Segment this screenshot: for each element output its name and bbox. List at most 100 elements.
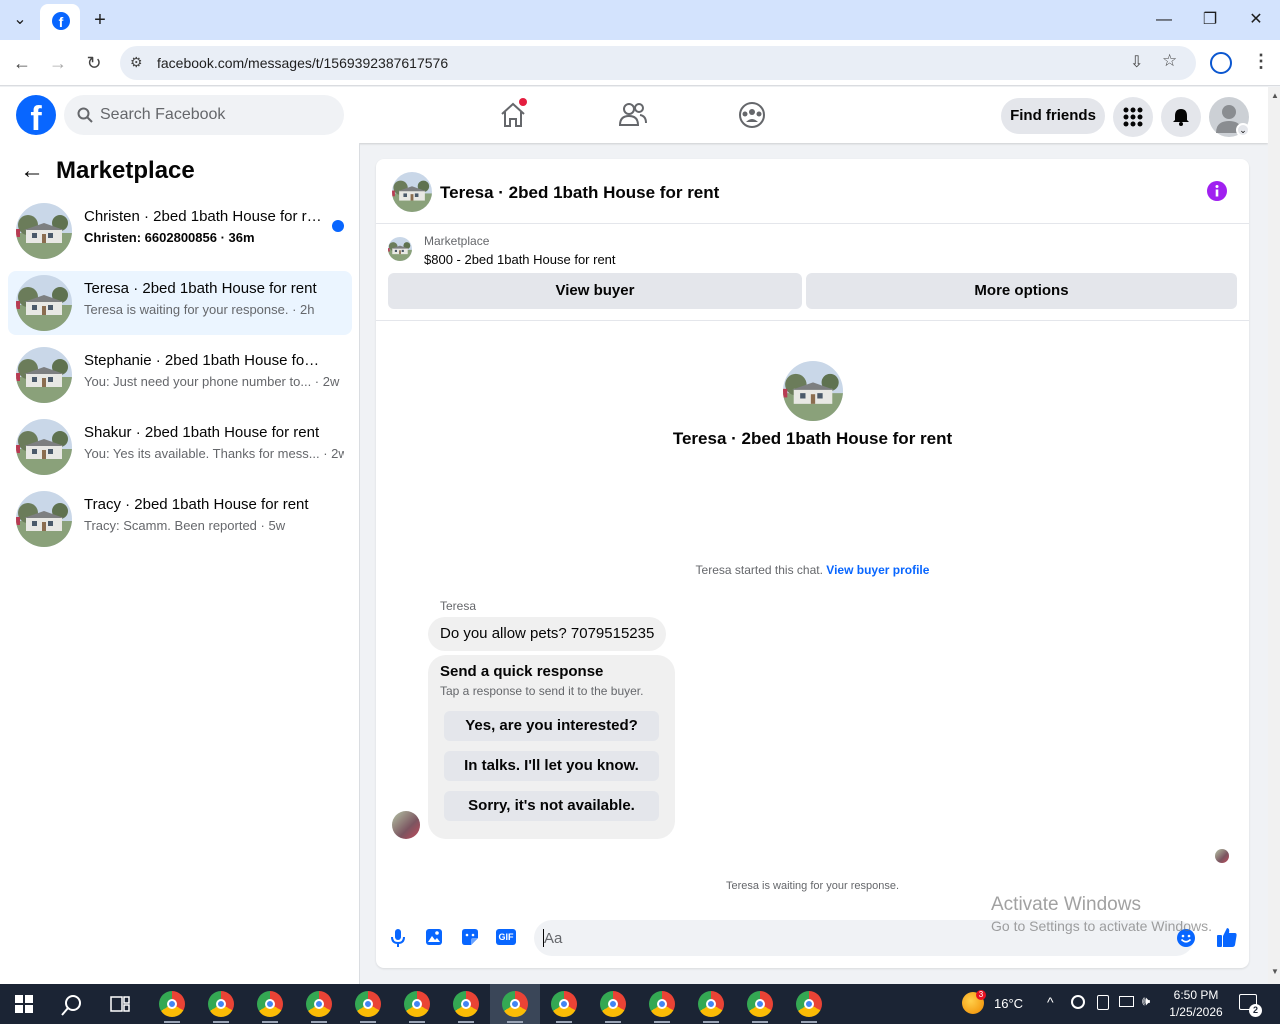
- chrome-app-icon[interactable]: [306, 991, 332, 1017]
- clock-date: 1/25/2026: [1169, 1005, 1223, 1019]
- restore-icon[interactable]: ❐: [1194, 6, 1226, 34]
- info-icon[interactable]: [1207, 181, 1227, 201]
- network-icon[interactable]: [1119, 996, 1134, 1007]
- page-title: Marketplace: [56, 157, 195, 184]
- chrome-app-icon[interactable]: [796, 991, 822, 1017]
- search-input[interactable]: Search Facebook: [64, 95, 344, 135]
- chrome-app-icon[interactable]: [551, 991, 577, 1017]
- sticker-icon[interactable]: [461, 928, 479, 946]
- tab-search-chevron-icon[interactable]: ⌄: [8, 8, 32, 32]
- clock-time: 6:50 PM: [1173, 988, 1219, 1002]
- nav-friends[interactable]: [613, 95, 653, 135]
- reload-icon[interactable]: ↻: [81, 50, 107, 76]
- volume-icon[interactable]: 🕪: [1142, 993, 1150, 1009]
- meet-icon[interactable]: [1097, 995, 1109, 1010]
- chrome-app-icon[interactable]: [698, 991, 724, 1017]
- taskbar-search-icon[interactable]: [61, 994, 83, 1016]
- chat-avatar[interactable]: [392, 172, 432, 212]
- back-icon[interactable]: ←: [9, 50, 35, 76]
- minimize-icon[interactable]: —: [1148, 6, 1180, 34]
- notifications-button[interactable]: [1161, 97, 1201, 137]
- windows-start-icon[interactable]: [15, 995, 33, 1013]
- conversation-subtitle: Teresa is waiting for your response. · 2…: [84, 302, 315, 317]
- back-arrow-icon[interactable]: ←: [20, 157, 44, 185]
- conversation-subtitle: Christen: 6602800856 · 36m: [84, 230, 255, 245]
- chat-title[interactable]: Teresa · 2bed 1bath House for rent: [440, 183, 719, 203]
- install-app-icon[interactable]: ⇩: [1130, 52, 1143, 72]
- conversation-item[interactable]: Stephanie · 2bed 1bath House for rent You…: [8, 343, 352, 407]
- temperature[interactable]: 16°C: [994, 996, 1023, 1011]
- menu-button[interactable]: [1113, 97, 1153, 137]
- forward-icon[interactable]: →: [45, 50, 71, 76]
- app-running-indicator: [409, 1021, 425, 1023]
- quick-reply-interested[interactable]: Yes, are you interested?: [444, 711, 659, 741]
- browser-tab-strip: ⌄ f + — ❐ ✕: [0, 0, 1280, 40]
- listing-thumbnail[interactable]: [388, 237, 412, 261]
- chrome-app-icon[interactable]: [404, 991, 430, 1017]
- conversation-item[interactable]: Tracy · 2bed 1bath House for rent Tracy: …: [8, 487, 352, 551]
- view-buyer-button[interactable]: View buyer: [388, 273, 802, 309]
- conversation-thumbnail: [16, 491, 72, 547]
- marketplace-sidebar: ← Marketplace Christen · 2bed 1bath Hous…: [0, 143, 360, 984]
- chrome-app-icon[interactable]: [453, 991, 479, 1017]
- app-running-indicator: [752, 1021, 768, 1023]
- chrome-app-icon[interactable]: [159, 991, 185, 1017]
- microphone-icon[interactable]: [390, 928, 406, 948]
- listing-title[interactable]: $800 - 2bed 1bath House for rent: [424, 252, 616, 267]
- more-options-button[interactable]: More options: [806, 273, 1237, 309]
- close-window-icon[interactable]: ✕: [1240, 6, 1272, 34]
- record-icon[interactable]: [1071, 995, 1085, 1009]
- sender-avatar[interactable]: [392, 811, 420, 839]
- conversation-title: Shakur · 2bed 1bath House for rent: [84, 424, 320, 441]
- conversation-item[interactable]: Christen · 2bed 1bath House for rent Chri…: [8, 199, 352, 263]
- quick-reply-not-available[interactable]: Sorry, it's not available.: [444, 791, 659, 821]
- scroll-up-icon[interactable]: ▲: [1271, 91, 1279, 100]
- task-view-icon[interactable]: [110, 996, 130, 1012]
- bookmark-star-icon[interactable]: ☆: [1162, 51, 1177, 71]
- view-buyer-profile-link[interactable]: View buyer profile: [826, 563, 929, 577]
- app-running-indicator: [507, 1021, 523, 1023]
- facebook-logo-icon[interactable]: f: [16, 95, 56, 135]
- message-bubble[interactable]: Do you allow pets? 7079515235: [428, 617, 667, 651]
- conversation-item[interactable]: Teresa · 2bed 1bath House for rent Teresa…: [8, 271, 352, 335]
- find-friends-button[interactable]: Find friends: [1001, 98, 1105, 134]
- nav-home[interactable]: [493, 95, 533, 135]
- profile-icon[interactable]: [1210, 52, 1232, 74]
- like-icon[interactable]: [1216, 926, 1238, 948]
- tray-chevron-icon[interactable]: ^: [1047, 994, 1054, 1010]
- chrome-app-icon[interactable]: [747, 991, 773, 1017]
- chrome-app-icon[interactable]: [649, 991, 675, 1017]
- chrome-app-icon[interactable]: [600, 991, 626, 1017]
- conversation-title: Teresa · 2bed 1bath House for rent: [84, 280, 317, 297]
- chrome-app-icon[interactable]: [355, 991, 381, 1017]
- browser-tab-facebook[interactable]: f: [40, 4, 80, 40]
- quick-response-box: Send a quick response Tap a response to …: [428, 655, 675, 839]
- app-running-indicator: [360, 1021, 376, 1023]
- facebook-favicon-icon: f: [52, 12, 70, 30]
- nav-groups[interactable]: [732, 95, 772, 135]
- clock[interactable]: 6:50 PM 1/25/2026: [1164, 987, 1228, 1021]
- page-scrollbar[interactable]: ▲ ▼: [1268, 87, 1280, 984]
- quick-reply-in-talks[interactable]: In talks. I'll let you know.: [444, 751, 659, 781]
- new-tab-button[interactable]: +: [88, 8, 112, 32]
- site-info-icon[interactable]: ⚙: [130, 54, 143, 71]
- photo-icon[interactable]: [425, 928, 443, 946]
- url-text: facebook.com/messages/t/1569392387617576: [157, 55, 449, 71]
- conversation-item[interactable]: Shakur · 2bed 1bath House for rent You: Y…: [8, 415, 352, 479]
- browser-menu-icon[interactable]: ⋮: [1252, 51, 1270, 72]
- listing-label: Marketplace: [424, 234, 490, 248]
- scroll-down-icon[interactable]: ▼: [1271, 967, 1279, 976]
- chrome-app-icon[interactable]: [502, 991, 528, 1017]
- search-placeholder: Search Facebook: [100, 106, 226, 123]
- address-bar[interactable]: ⚙ facebook.com/messages/t/15693923876175…: [120, 46, 1196, 80]
- conversation-subtitle: Tracy: Scamm. Been reported · 5w: [84, 518, 286, 533]
- conversation-subtitle: You: Just need your phone number to... ·…: [84, 374, 340, 389]
- facebook-header: f Search Facebook Find friends ⌄: [0, 87, 1268, 143]
- chrome-app-icon[interactable]: [208, 991, 234, 1017]
- app-running-indicator: [605, 1021, 621, 1023]
- chrome-app-icon[interactable]: [257, 991, 283, 1017]
- account-chevron-icon[interactable]: ⌄: [1236, 123, 1250, 137]
- account-avatar[interactable]: ⌄: [1209, 97, 1250, 137]
- intro-avatar: [783, 361, 843, 421]
- gif-icon[interactable]: GIF: [496, 929, 516, 945]
